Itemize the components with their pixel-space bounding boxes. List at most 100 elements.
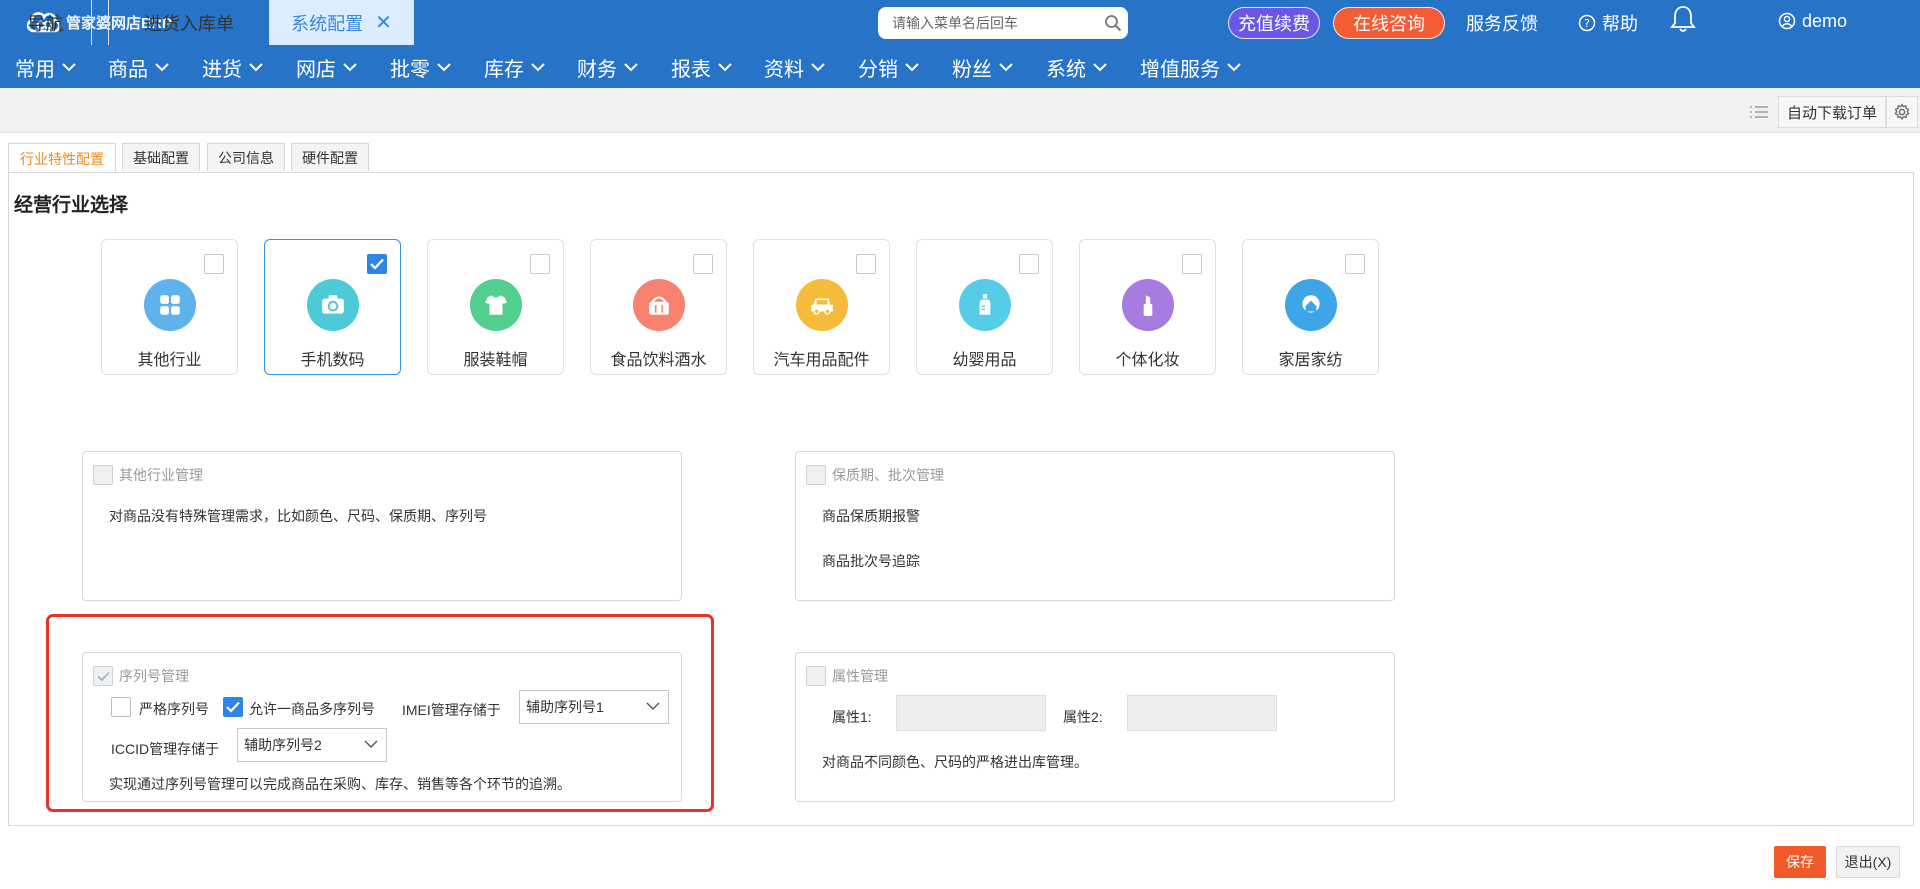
industry-checkbox[interactable] [1019,254,1039,274]
industry-card[interactable]: 食品饮料酒水 [590,239,727,375]
menu-item-label: 进货 [202,58,242,81]
menu-item-label: 财务 [577,58,617,81]
menu-item-label: 批零 [390,58,430,81]
menu-item[interactable]: 粉丝 [952,51,1013,83]
industry-card[interactable]: 家居家纺 [1242,239,1379,375]
service-feedback-link[interactable]: 服务反馈 [1466,10,1538,36]
tab-purchase-inbound[interactable]: 进货入库单 [108,0,270,45]
highlight-frame [46,614,714,812]
menu-item[interactable]: 报表 [671,51,732,83]
menu-item[interactable]: 分销 [858,51,919,83]
menu-item[interactable]: 网店 [296,51,357,83]
search-icon[interactable] [1104,14,1122,32]
tab-navigation[interactable]: 导航 [0,0,92,45]
industry-card[interactable]: 幼婴用品 [916,239,1053,375]
industry-label: 食品饮料酒水 [610,352,707,369]
industry-icon-circle [1122,279,1174,331]
recharge-button[interactable]: 充值续费 [1228,7,1320,39]
list-view-button[interactable] [1742,96,1776,128]
shelf-life-checkbox[interactable] [806,465,826,485]
chevron-down-icon [718,62,732,71]
save-button[interactable]: 保存 [1774,846,1826,878]
subtab-hardware-config[interactable]: 硬件配置 [291,143,369,171]
subtab-industry-config[interactable]: 行业特性配置 [8,143,116,173]
subtab-basic-config[interactable]: 基础配置 [122,143,200,171]
industry-icon-circle [1285,279,1337,331]
service-feedback-label: 服务反馈 [1466,14,1538,34]
industry-card[interactable]: 汽车用品配件 [753,239,890,375]
industry-card[interactable]: 手机数码 [264,239,401,375]
tab-label: 系统配置 [291,13,364,34]
industry-card[interactable]: 个体化妆 [1079,239,1216,375]
menu-item[interactable]: 进货 [202,51,263,83]
industry-icon-circle [470,279,522,331]
help-link[interactable]: ? 帮助 [1578,10,1638,36]
chevron-down-icon [624,62,638,71]
shelf-life-header: 保质期、批次管理 [806,465,944,485]
online-consult-button[interactable]: 在线咨询 [1333,7,1445,39]
chevron-down-icon [1227,62,1241,71]
industry-checkbox[interactable] [204,254,224,274]
auto-download-orders-button[interactable]: 自动下载订单 [1778,96,1886,128]
subtab-company-info[interactable]: 公司信息 [207,143,285,171]
industry-checkbox[interactable] [530,254,550,274]
industry-card[interactable]: 其他行业 [101,239,238,375]
attr1-label: 属性1: [832,709,872,725]
menu-search-input[interactable] [892,15,1092,31]
menu-item[interactable]: 系统 [1046,51,1107,83]
menu-item[interactable]: 商品 [108,51,169,83]
menu-item[interactable]: 批零 [390,51,451,83]
attr1-input[interactable] [896,695,1046,731]
tab-system-config[interactable]: 系统配置 ✕ [270,0,414,45]
shelf-life-title: 保质期、批次管理 [832,467,944,483]
batch-tracking-text: 商品批次号追踪 [822,553,920,569]
svg-text:?: ? [1584,17,1590,30]
chevron-down-icon [249,62,263,71]
chevron-down-icon [999,62,1013,71]
bell-icon [1670,6,1696,32]
attribute-checkbox[interactable] [806,666,826,686]
industry-icon-circle [307,279,359,331]
menu-item-label: 报表 [671,58,711,81]
chevron-down-icon [1093,62,1107,71]
menu-search[interactable] [878,7,1128,39]
other-industry-checkbox[interactable] [93,465,113,485]
industry-checkbox[interactable] [1182,254,1202,274]
industry-label: 幼婴用品 [952,352,1017,369]
attribute-header: 属性管理 [806,666,888,686]
notification-bell[interactable] [1670,6,1702,32]
menu-item-label: 分销 [858,58,898,81]
user-menu[interactable]: demo [1778,8,1847,34]
exit-button[interactable]: 退出(X) [1836,846,1900,878]
close-tab-icon[interactable]: ✕ [375,10,392,35]
industry-checkbox[interactable] [367,254,387,274]
help-label: 帮助 [1602,14,1638,34]
industry-label: 手机数码 [300,352,365,369]
lipstick-icon [1143,295,1153,316]
chevron-down-icon [437,62,451,71]
grid-icon [160,295,180,315]
menu-item[interactable]: 增值服务 [1140,51,1241,83]
industry-checkbox[interactable] [856,254,876,274]
menu-item[interactable]: 库存 [484,51,545,83]
tab-label: 导航 [27,13,64,34]
industry-icon-circle [959,279,1011,331]
other-industry-header: 其他行业管理 [93,465,203,485]
settings-button[interactable] [1886,96,1918,128]
menu-item[interactable]: 财务 [577,51,638,83]
attr2-input[interactable] [1127,695,1277,731]
other-industry-desc: 对商品没有特殊管理需求，比如颜色、尺码、保质期、序列号 [109,508,487,524]
menu-item-label: 系统 [1046,58,1086,81]
menu-item[interactable]: 资料 [764,51,825,83]
industry-checkbox[interactable] [693,254,713,274]
industry-card[interactable]: 服装鞋帽 [427,239,564,375]
menu-item[interactable]: 常用 [15,51,76,83]
tab-bar [0,88,1920,133]
chevron-down-icon [905,62,919,71]
industry-checkbox[interactable] [1345,254,1365,274]
industry-label: 汽车用品配件 [773,352,870,369]
menu-item-label: 网店 [296,58,336,81]
other-industry-box: 其他行业管理 对商品没有特殊管理需求，比如颜色、尺码、保质期、序列号 [82,451,682,601]
other-industry-title: 其他行业管理 [119,467,203,483]
auto-download-label: 自动下载订单 [1786,104,1877,122]
